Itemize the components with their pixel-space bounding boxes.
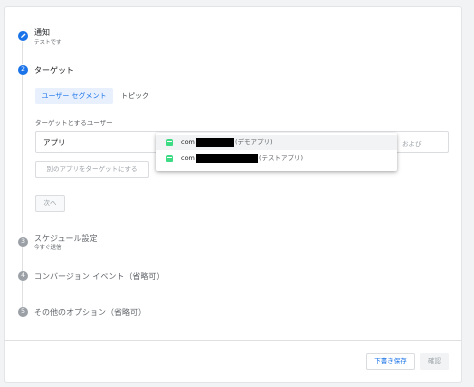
dropdown-item-test-app[interactable]: com (テストアプリ) xyxy=(156,151,397,166)
tab-topic[interactable]: トピック xyxy=(121,88,149,104)
redacted-package-name xyxy=(196,138,234,147)
next-button[interactable]: 次へ xyxy=(35,195,65,212)
save-draft-button[interactable]: 下書き保存 xyxy=(366,353,415,370)
package-prefix: com xyxy=(181,154,195,162)
app-nickname: (テストアプリ) xyxy=(259,154,304,162)
step-3-number-icon: 3 xyxy=(18,237,28,247)
and-connector-text: および xyxy=(402,140,422,148)
step-connector xyxy=(22,75,23,233)
tab-user-segment[interactable]: ユーザー セグメント xyxy=(35,88,113,104)
app-dropdown-menu: com (デモアプリ) com (テストアプリ) xyxy=(156,133,397,171)
app-select-value: アプリ xyxy=(43,138,66,147)
step-4-number-icon: 4 xyxy=(18,271,28,281)
step-connector xyxy=(22,281,23,307)
redacted-package-name xyxy=(196,154,258,163)
android-icon xyxy=(166,155,173,162)
package-prefix: com xyxy=(181,138,195,146)
dropdown-item-demo-app[interactable]: com (デモアプリ) xyxy=(156,135,397,150)
step-2-title: ターゲット xyxy=(34,66,74,75)
step-connector xyxy=(22,42,23,64)
add-app-target-button[interactable]: 別のアプリをターゲットにする xyxy=(35,161,149,178)
android-icon xyxy=(166,139,173,146)
step-5-number-icon: 5 xyxy=(18,307,28,317)
footer-divider xyxy=(5,340,461,341)
step-4-title[interactable]: コンバージョン イベント（省略可） xyxy=(34,271,164,282)
step-1-subtitle: テストです xyxy=(34,40,62,46)
confirm-button[interactable]: 確認 xyxy=(420,353,449,370)
step-1-title[interactable]: 通知 xyxy=(34,27,50,38)
campaign-form-card xyxy=(5,7,461,382)
step-1-done-icon xyxy=(18,31,28,41)
app-nickname: (デモアプリ) xyxy=(235,138,273,146)
step-2-number-icon: 2 xyxy=(18,65,28,75)
target-users-label: ターゲットとするユーザー xyxy=(35,119,113,127)
step-3-subtitle: 今すぐ送信 xyxy=(34,245,62,251)
step-5-title[interactable]: その他のオプション（省略可） xyxy=(34,307,146,318)
step-connector xyxy=(22,247,23,271)
